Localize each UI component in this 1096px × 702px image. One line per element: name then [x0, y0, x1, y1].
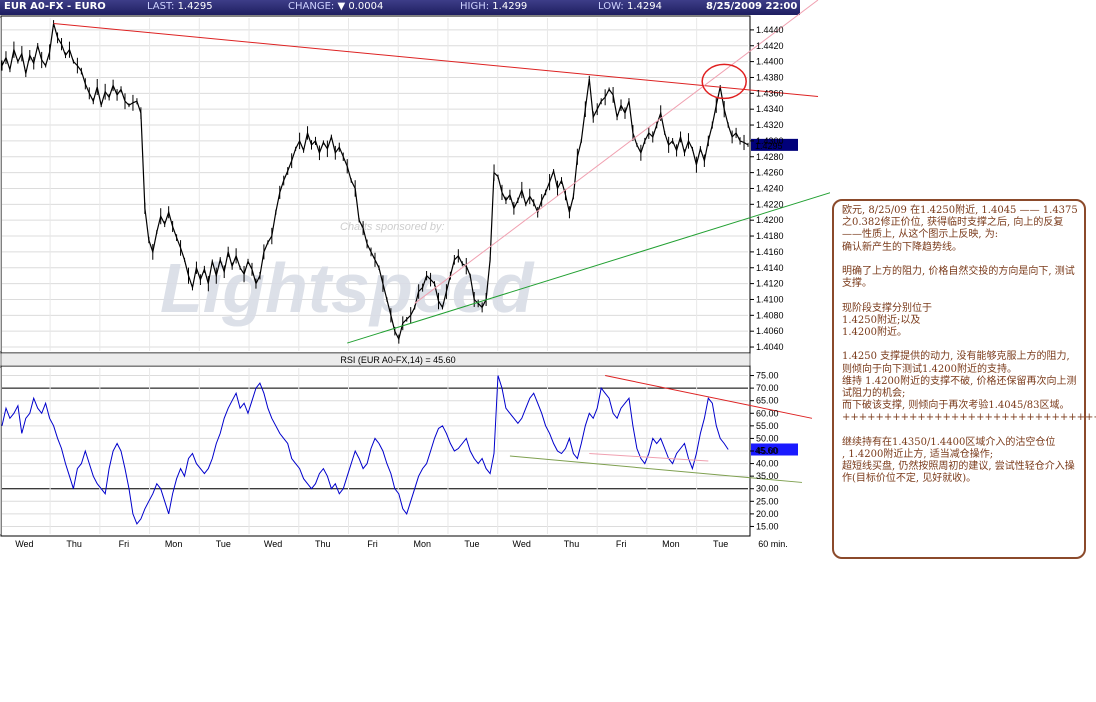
price-rsi-chart: RSI (EUR A0-FX,14) = 45.60 Charts sponso… [0, 0, 830, 549]
price-tick-label: 1.4440 [756, 25, 784, 35]
rsi-tick-label: 35.00 [756, 471, 779, 481]
price-tick-label: 1.4160 [756, 247, 784, 257]
day-label: Mon [413, 539, 431, 549]
analysis-note-text: 欧元, 8/25/09 在1.4250附近, 1.4045 —— 1.4375 … [842, 205, 1096, 485]
price-tick-label: 1.4140 [756, 263, 784, 273]
day-label: Thu [66, 539, 82, 549]
price-tick-label: 1.4040 [756, 342, 784, 352]
x-axis: Wed Thu Fri Mon Tue Wed Thu Fri Mon Tue Wed Thu Fri M… [15, 539, 788, 549]
day-label: Tue [464, 539, 479, 549]
price-tick-label: 1.4420 [756, 41, 784, 51]
price-tick-label: 1.4280 [756, 152, 784, 162]
day-label: Wed [15, 539, 33, 549]
day-label: Thu [315, 539, 331, 549]
price-tick-label: 1.4180 [756, 231, 784, 241]
rsi-tick-label: 40.00 [756, 459, 779, 469]
price-tick-label: 1.4220 [756, 199, 784, 209]
rsi-tick-label: 55.00 [756, 421, 779, 431]
rsi-tick-label: 50.00 [756, 433, 779, 443]
price-tick-label: 1.4380 [756, 72, 784, 82]
day-label: Fri [119, 539, 130, 549]
day-label: Mon [165, 539, 183, 549]
rsi-title: RSI (EUR A0-FX,14) = 45.60 [340, 355, 455, 365]
rsi-tick-label: 30.00 [756, 484, 779, 494]
day-label: Fri [367, 539, 378, 549]
analysis-note-box: 欧元, 8/25/09 在1.4250附近, 1.4045 —— 1.4375 … [832, 199, 1096, 559]
price-tick-label: 1.4200 [756, 215, 784, 225]
rsi-tick-label: 20.00 [756, 509, 779, 519]
price-tick-label: 1.4340 [756, 104, 784, 114]
interval-label: 60 min. [758, 539, 788, 549]
watermark-sponsor: Charts sponsored by: [340, 221, 445, 233]
price-tick-label: 1.4300 [756, 136, 784, 146]
rsi-tick-label: 15.00 [756, 521, 779, 531]
rsi-tick-label: 70.00 [756, 383, 779, 393]
price-tick-label: 1.4120 [756, 279, 784, 289]
price-tick-label: 1.4060 [756, 326, 784, 336]
rsi-tick-label: 45.00 [756, 446, 779, 456]
day-label: Tue [713, 539, 728, 549]
price-tick-label: 1.4260 [756, 168, 784, 178]
day-label: Wed [513, 539, 531, 549]
rsi-tick-label: 65.00 [756, 396, 779, 406]
price-tick-label: 1.4320 [756, 120, 784, 130]
watermark-logo: Lightspeed [160, 249, 535, 327]
rsi-tick-label: 60.00 [756, 408, 779, 418]
price-tick-label: 1.4240 [756, 183, 784, 193]
day-label: Thu [564, 539, 580, 549]
day-label: Fri [616, 539, 627, 549]
rsi-tick-label: 75.00 [756, 371, 779, 381]
price-tick-label: 1.4100 [756, 294, 784, 304]
price-tick-label: 1.4400 [756, 57, 784, 67]
price-tick-label: 1.4080 [756, 310, 784, 320]
day-label: Mon [662, 539, 680, 549]
price-y-axis: 1.4440 1.4420 1.4400 1.4380 1.4360 1.4340 1.43… [750, 25, 784, 352]
day-label: Wed [264, 539, 282, 549]
price-tick-label: 1.4360 [756, 88, 784, 98]
day-label: Tue [216, 539, 231, 549]
rsi-tick-label: 25.00 [756, 496, 779, 506]
